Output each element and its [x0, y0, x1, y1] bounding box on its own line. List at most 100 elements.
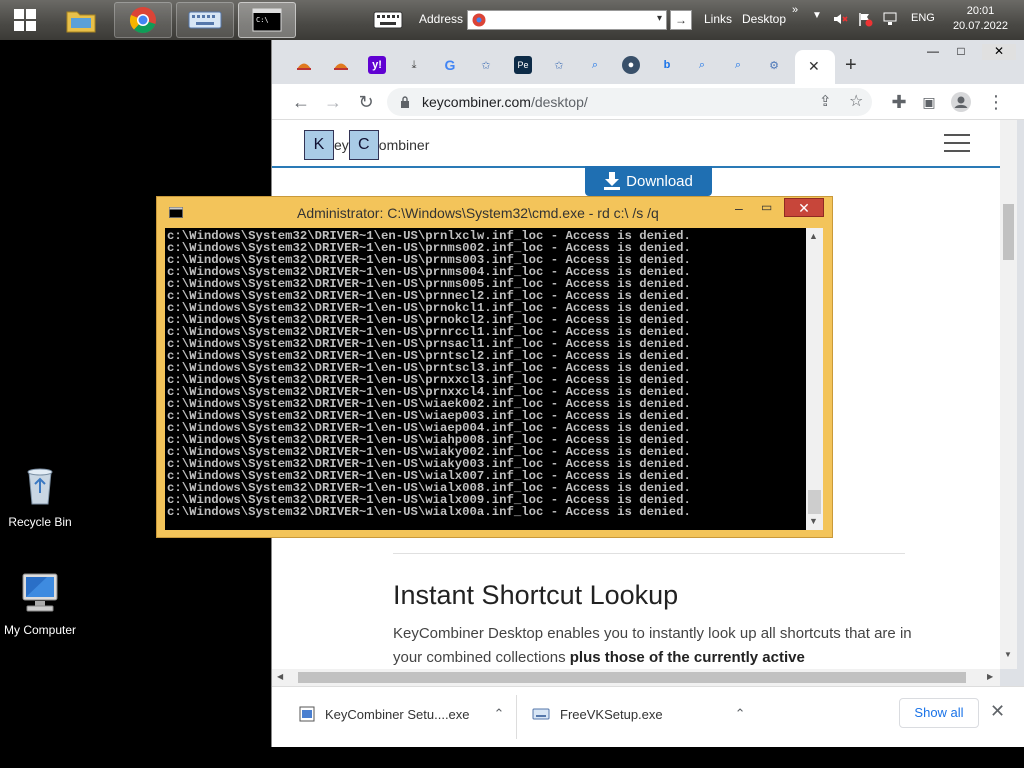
lock-icon: [401, 96, 409, 108]
page-horizontal-scrollbar[interactable]: ◀ ▶: [272, 669, 1000, 686]
tab-favicon-search-icon[interactable]: ⌕: [586, 56, 604, 74]
tab-strip: ― □ ✕ y! ⤓ G ✩ Pe ✩ ⌕ ● b ⌕ ⌕ ⚙ ✕ +: [272, 40, 1024, 84]
cmd-title-text: Administrator: C:\Windows\System32\cmd.e…: [297, 205, 659, 221]
installer-file-icon: [299, 706, 315, 722]
desktop-icon-label: My Computer: [3, 623, 77, 637]
cmd-vertical-scrollbar[interactable]: ▲ ▼: [806, 228, 823, 530]
scroll-right-arrow-icon[interactable]: ▶: [987, 672, 993, 681]
tab-favicon-bing-icon[interactable]: b: [658, 56, 676, 74]
maximize-button[interactable]: ▭: [761, 200, 772, 214]
extensions-puzzle-icon[interactable]: ✚: [889, 92, 909, 112]
tab-favicon-hat[interactable]: [295, 56, 313, 74]
chevron-up-icon[interactable]: ⌃: [494, 706, 505, 722]
toolbar-overflow-icon[interactable]: »: [792, 4, 798, 16]
keyboard-icon: [532, 708, 550, 720]
address-go-button[interactable]: →: [670, 10, 692, 30]
close-window-button[interactable]: ✕: [982, 44, 1016, 60]
chevron-down-icon[interactable]: ▾: [657, 13, 662, 24]
action-center-flag-icon[interactable]: [857, 11, 873, 27]
back-arrow-icon[interactable]: ←: [291, 92, 311, 112]
cmd-taskbar-button[interactable]: C:\: [238, 2, 296, 38]
logo-text-ombiner: ombiner: [378, 137, 430, 153]
desktop-icon-label: Recycle Bin: [8, 515, 72, 529]
chrome-icon: [129, 7, 156, 34]
tab-favicon-search-icon-3[interactable]: ⌕: [729, 56, 747, 74]
tray-expand-icon[interactable]: ▼: [812, 10, 822, 21]
keyboard-icon: [188, 11, 222, 29]
downloads-shelf: KeyCombiner Setu....exe ⌃ FreeVKSetup.ex…: [272, 686, 1024, 747]
forward-arrow-icon[interactable]: →: [323, 92, 343, 112]
network-icon[interactable]: [882, 11, 898, 27]
scroll-up-arrow-icon[interactable]: ▲: [809, 231, 818, 241]
close-icon[interactable]: ✕: [990, 701, 1005, 722]
minimize-button[interactable]: –: [735, 200, 743, 216]
tab-active[interactable]: ✕: [795, 50, 835, 84]
clock[interactable]: 20:01 20.07.2022: [953, 4, 1008, 34]
on-screen-keyboard-icon[interactable]: [373, 11, 403, 29]
download-item[interactable]: KeyCombiner Setu....exe ⌃: [299, 706, 504, 722]
cmd-console-output[interactable]: c:\Windows\System32\DRIVER~1\en-US\prnlx…: [165, 228, 806, 530]
taskbar: C:\ Address ▾ → Links Desktop » ▼ ENG 20…: [0, 0, 1024, 40]
clock-date: 20.07.2022: [952, 20, 1008, 32]
section-text: KeyCombiner Desktop enables you to insta…: [393, 622, 923, 669]
address-toolbar-input[interactable]: ▾: [467, 10, 667, 30]
minimize-button[interactable]: ―: [920, 44, 946, 60]
scroll-down-arrow-icon[interactable]: ▼: [809, 516, 818, 526]
arrow-right-icon: →: [675, 13, 687, 27]
tab-favicon-hat-2[interactable]: [332, 56, 350, 74]
scrollbar-thumb[interactable]: [298, 672, 966, 683]
chevron-up-icon[interactable]: ⌃: [735, 706, 746, 722]
maximize-button[interactable]: □: [948, 44, 974, 60]
tab-close-icon[interactable]: ✕: [808, 58, 820, 75]
omnibox[interactable]: keycombiner.com/desktop/ ⇪ ☆: [387, 88, 872, 116]
desktop-icon-my-computer[interactable]: My Computer: [0, 570, 80, 637]
start-button[interactable]: [0, 2, 50, 38]
scroll-left-arrow-icon[interactable]: ◀: [277, 672, 283, 681]
clock-time: 20:01: [966, 5, 995, 17]
chrome-icon: [472, 13, 486, 27]
desktop-toolbar[interactable]: Desktop: [742, 12, 786, 26]
keyboard-taskbar-button[interactable]: [176, 2, 234, 38]
tab-favicon-yahoo-icon[interactable]: y!: [368, 56, 386, 74]
windows-logo-icon: [14, 9, 36, 31]
folder-icon: [66, 11, 96, 33]
cmd-icon: C:\: [252, 8, 282, 32]
download-item-name: KeyCombiner Setu....exe: [325, 706, 470, 722]
recycle-bin-icon: [27, 468, 53, 505]
menu-kebab-icon[interactable]: ⋮: [986, 92, 1006, 112]
download-button[interactable]: Download: [585, 166, 712, 196]
computer-icon: [22, 573, 58, 612]
tab-favicon-search-icon-2[interactable]: ⌕: [693, 56, 711, 74]
tab-favicon-eye-icon[interactable]: ●: [622, 56, 640, 74]
new-tab-button[interactable]: +: [845, 54, 857, 77]
tab-favicon-google-icon[interactable]: G: [441, 56, 459, 74]
page-vertical-scrollbar[interactable]: ▼: [1000, 120, 1017, 669]
desktop-icon-recycle-bin[interactable]: Recycle Bin: [0, 462, 80, 529]
side-panel-icon[interactable]: ▣: [919, 92, 939, 112]
language-indicator[interactable]: ENG: [911, 12, 935, 24]
tab-favicon-star-icon[interactable]: ✩: [477, 56, 495, 74]
scrollbar-thumb[interactable]: [808, 490, 821, 514]
cmd-title-bar[interactable]: Administrator: C:\Windows\System32\cmd.e…: [157, 197, 832, 227]
close-button[interactable]: ✕: [784, 198, 824, 217]
logo-key-k: K: [304, 130, 334, 160]
keycombiner-logo[interactable]: K ey C ombiner: [304, 130, 429, 160]
svg-text:C:\: C:\: [256, 16, 269, 24]
profile-avatar-icon[interactable]: [951, 92, 971, 112]
tab-favicon-photopea-icon[interactable]: Pe: [514, 56, 532, 74]
scrollbar-thumb[interactable]: [1003, 204, 1014, 260]
bookmark-star-icon[interactable]: ☆: [849, 91, 863, 111]
download-item[interactable]: FreeVKSetup.exe ⌃: [532, 706, 746, 722]
explorer-taskbar-button[interactable]: [52, 2, 110, 38]
share-icon[interactable]: ⇪: [819, 92, 832, 110]
tab-favicon-gear-icon[interactable]: ⚙: [765, 56, 783, 74]
volume-muted-icon[interactable]: [832, 11, 848, 27]
hamburger-menu-icon[interactable]: [944, 134, 970, 154]
links-toolbar[interactable]: Links: [704, 12, 732, 26]
chrome-taskbar-button[interactable]: [114, 2, 172, 38]
reload-icon[interactable]: ↻: [356, 92, 376, 112]
show-all-button[interactable]: Show all: [899, 698, 979, 728]
tab-favicon-download-icon[interactable]: ⤓: [405, 56, 423, 74]
scroll-down-arrow-icon[interactable]: ▼: [1004, 650, 1012, 659]
tab-favicon-star-icon-2[interactable]: ✩: [550, 56, 568, 74]
